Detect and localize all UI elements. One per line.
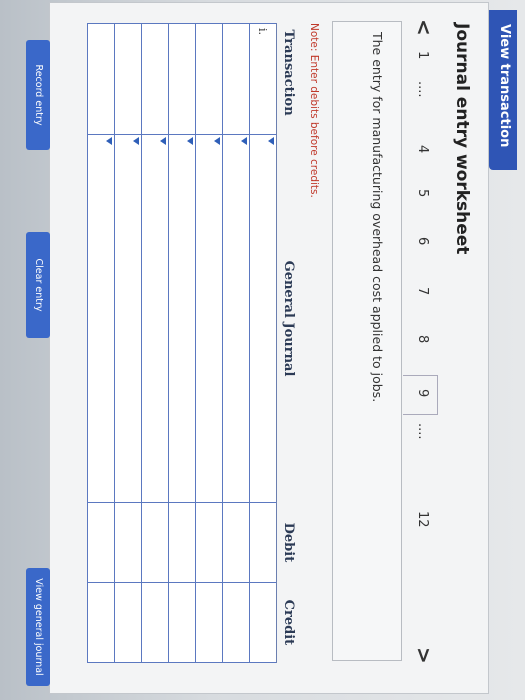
table-row: i. [249, 23, 277, 663]
transaction-cell: i. [249, 23, 277, 135]
transaction-cell [195, 23, 223, 135]
worksheet-title: Journal entry worksheet [452, 23, 472, 255]
view-transaction-list-tab[interactable]: View transaction list [471, 10, 517, 170]
transaction-cell [141, 23, 169, 135]
next-page-button[interactable]: > [412, 647, 436, 664]
clear-entry-button[interactable]: Clear entry [26, 232, 50, 338]
entry-pager: < 1 .... 4 5 6 7 8 9 .... 12 > [403, 19, 438, 664]
record-entry-button[interactable]: Record entry [26, 40, 50, 150]
debit-input[interactable] [141, 502, 169, 583]
rotated-screen: View transaction list Journal entry work… [10, 2, 517, 700]
journal-table: Transaction General Journal Debit Credit… [87, 23, 300, 663]
page-1[interactable]: 1 [415, 51, 430, 59]
credit-input[interactable] [141, 582, 169, 663]
chevron-down-icon[interactable] [266, 137, 274, 145]
screen: View transaction list Journal entry work… [10, 2, 517, 700]
debit-credit-note: Note: Enter debits before credits. [308, 23, 320, 198]
page-9[interactable]: 9 [415, 389, 430, 397]
chevron-down-icon[interactable] [212, 137, 220, 145]
debit-input[interactable] [195, 502, 223, 583]
transaction-cell [168, 23, 196, 135]
journal-entry-panel: Journal entry worksheet < 1 .... 4 5 6 7… [49, 2, 489, 694]
page-12[interactable]: 12 [415, 511, 430, 528]
photo-background: View transaction list Journal entry work… [0, 0, 525, 700]
table-row [141, 23, 169, 663]
account-select[interactable] [141, 134, 169, 503]
debit-input[interactable] [249, 502, 277, 583]
credit-input[interactable] [168, 582, 196, 663]
header-debit: Debit [276, 502, 300, 583]
account-select[interactable] [249, 134, 277, 503]
account-select[interactable] [114, 134, 142, 503]
chevron-down-icon[interactable] [158, 137, 166, 145]
chevron-down-icon[interactable] [185, 137, 193, 145]
entry-description: The entry for manufacturing overhead cos… [370, 32, 385, 403]
credit-input[interactable] [195, 582, 223, 663]
credit-input[interactable] [222, 582, 250, 663]
account-select[interactable] [222, 134, 250, 503]
table-row [168, 23, 196, 663]
table-row [114, 23, 142, 663]
table-row [87, 23, 115, 663]
header-general-journal: General Journal [276, 134, 300, 503]
page-8[interactable]: 8 [415, 335, 430, 343]
page-ellipsis-left: .... [415, 81, 430, 98]
prev-page-button[interactable]: < [412, 19, 436, 36]
debit-input[interactable] [222, 502, 250, 583]
table-row [195, 23, 223, 663]
view-general-journal-button[interactable]: View general journal [26, 568, 50, 686]
header-transaction: Transaction [276, 23, 300, 135]
transaction-cell [114, 23, 142, 135]
debit-input[interactable] [114, 502, 142, 583]
transaction-cell [87, 23, 115, 135]
page-7[interactable]: 7 [415, 287, 430, 295]
chevron-down-icon[interactable] [239, 137, 247, 145]
account-select[interactable] [87, 134, 115, 503]
account-select[interactable] [195, 134, 223, 503]
table-row [222, 23, 250, 663]
chevron-down-icon[interactable] [104, 137, 112, 145]
credit-input[interactable] [87, 582, 115, 663]
chevron-down-icon[interactable] [131, 137, 139, 145]
credit-input[interactable] [114, 582, 142, 663]
header-credit: Credit [276, 582, 300, 663]
page-5[interactable]: 5 [415, 189, 430, 197]
credit-input[interactable] [249, 582, 277, 663]
transaction-cell [222, 23, 250, 135]
page-ellipsis-right: .... [415, 423, 430, 440]
debit-input[interactable] [168, 502, 196, 583]
account-select[interactable] [168, 134, 196, 503]
debit-input[interactable] [87, 502, 115, 583]
entry-description-box: The entry for manufacturing overhead cos… [332, 21, 402, 661]
page-6[interactable]: 6 [415, 237, 430, 245]
page-4[interactable]: 4 [415, 145, 430, 153]
